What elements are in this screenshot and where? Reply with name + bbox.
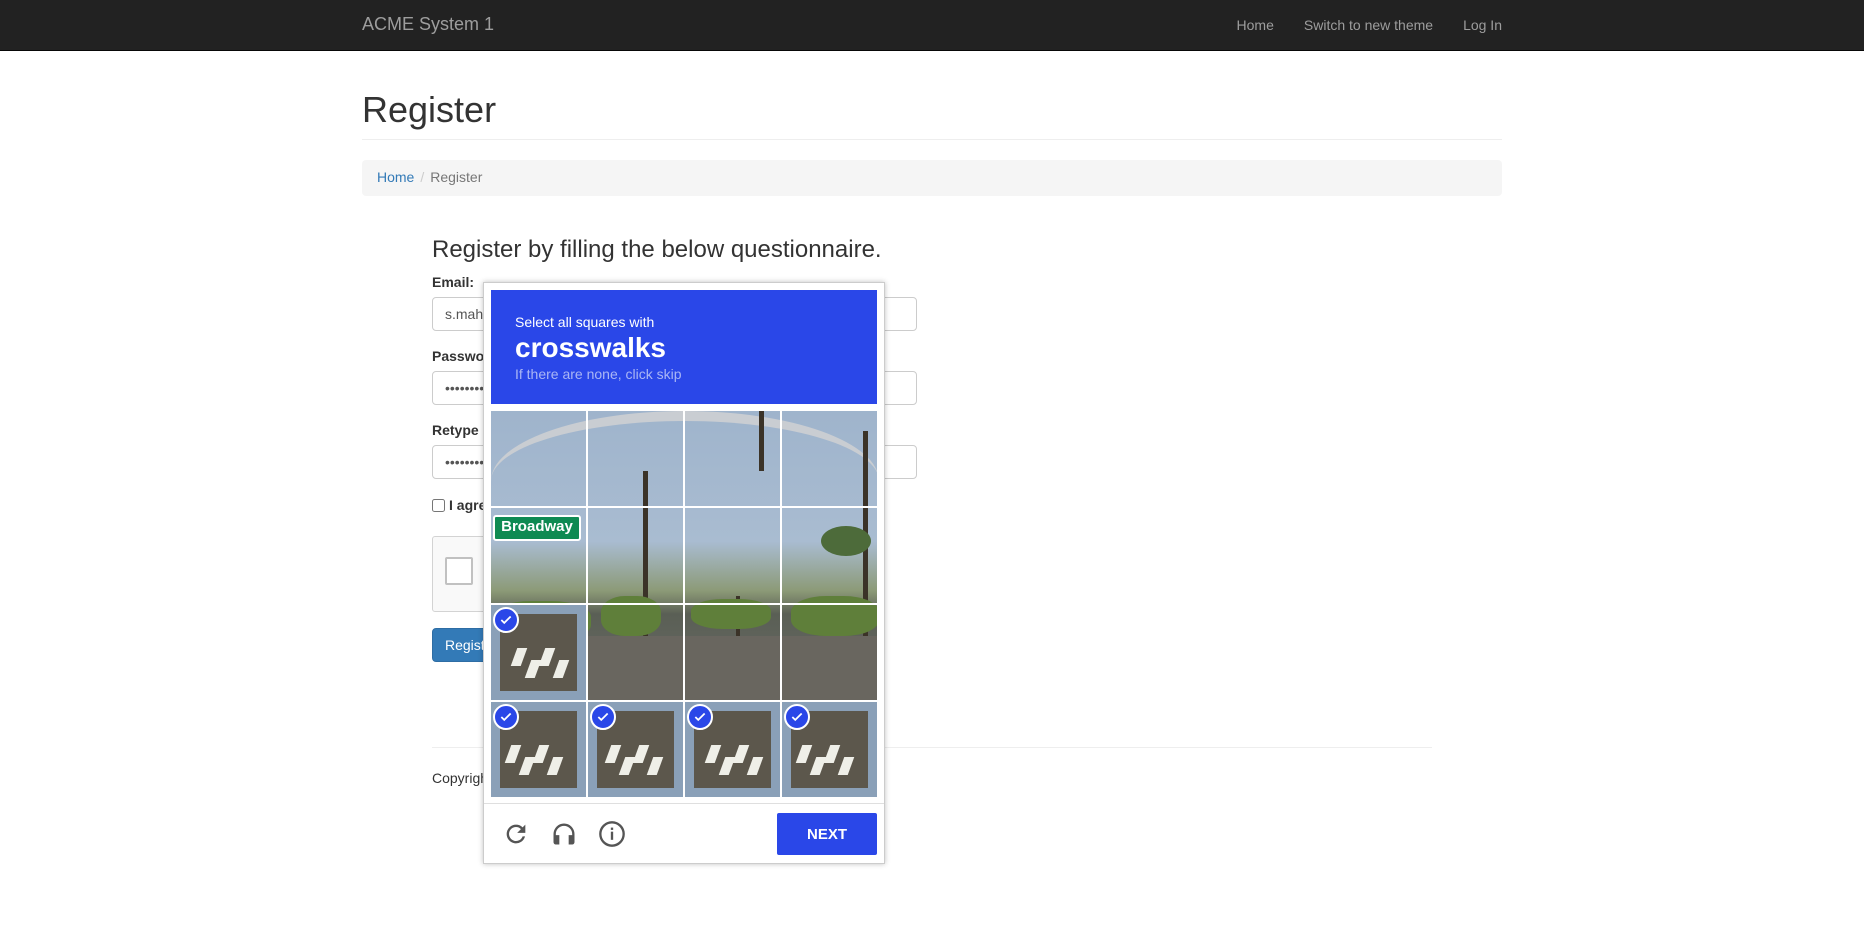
street-sign: Broadway — [493, 515, 581, 541]
breadcrumb-current: Register — [430, 169, 483, 185]
captcha-image-grid: Broadway — [491, 411, 879, 799]
crosswalk-stripe — [532, 745, 550, 763]
roadside-trees — [601, 605, 661, 636]
utility-pole — [759, 411, 764, 471]
captcha-tile[interactable] — [685, 508, 780, 603]
utility-pole — [863, 508, 868, 603]
crosswalk-stripe — [552, 660, 570, 678]
selected-check-icon — [687, 704, 713, 730]
captcha-tile[interactable] — [685, 605, 780, 700]
retype-password-label: Retype — [432, 422, 479, 438]
captcha-tile[interactable] — [588, 508, 683, 603]
street-scene-image — [782, 508, 877, 603]
nav-links: Home Switch to new theme Log In — [1237, 17, 1502, 33]
captcha-tile[interactable] — [782, 411, 877, 506]
roadside-trees — [691, 605, 771, 629]
captcha-tile[interactable] — [588, 605, 683, 700]
recaptcha-checkbox[interactable] — [445, 557, 473, 585]
breadcrumb-home-link[interactable]: Home — [377, 169, 414, 185]
captcha-hint: If there are none, click skip — [515, 366, 682, 382]
captcha-tile[interactable] — [685, 411, 780, 506]
crosswalk-stripe — [632, 745, 650, 763]
agree-row: I agre — [432, 497, 486, 513]
crosswalk-stripe — [732, 745, 750, 763]
street-scene-image — [685, 508, 780, 603]
crosswalk-stripe — [604, 745, 622, 763]
reload-icon[interactable] — [502, 820, 530, 848]
selected-check-icon — [784, 704, 810, 730]
captcha-tile[interactable] — [782, 508, 877, 603]
captcha-tile[interactable] — [782, 605, 877, 700]
captcha-tile[interactable] — [685, 702, 780, 797]
utility-pole — [643, 471, 648, 506]
street-scene-image — [491, 411, 586, 506]
palm-tree — [821, 526, 871, 556]
captcha-tile[interactable] — [491, 411, 586, 506]
street-scene-image — [588, 508, 683, 603]
street-scene-image — [782, 605, 877, 700]
crosswalk-stripe — [504, 745, 522, 763]
agree-checkbox[interactable] — [432, 498, 445, 512]
road-surface — [588, 636, 683, 700]
crosswalk-stripe — [646, 757, 664, 775]
password-label: Passwo — [432, 348, 485, 364]
email-label: Email: — [432, 274, 475, 290]
roadside-trees — [691, 599, 771, 603]
captcha-target: crosswalks — [515, 332, 666, 363]
captcha-header: Select all squares with crosswalks If th… — [491, 290, 877, 404]
utility-pole — [863, 431, 868, 506]
roadside-trees — [588, 601, 591, 603]
nav-login-link[interactable]: Log In — [1463, 17, 1502, 33]
captcha-tile[interactable] — [588, 411, 683, 506]
crosswalk-stripe — [538, 648, 556, 666]
selected-check-icon — [493, 607, 519, 633]
crosswalk-stripe — [704, 745, 722, 763]
road-surface — [685, 636, 780, 700]
street-scene-image — [685, 411, 780, 506]
crosswalk-stripe — [746, 757, 764, 775]
page-title: Register — [362, 89, 497, 130]
captcha-tile[interactable] — [588, 702, 683, 797]
breadcrumb: Home / Register — [362, 160, 1502, 196]
roadside-trees — [791, 605, 877, 636]
roadside-trees — [491, 601, 586, 603]
street-scene-image — [588, 411, 683, 506]
top-navbar: ACME System 1 Home Switch to new theme L… — [0, 0, 1864, 51]
crosswalk-stripe — [546, 757, 564, 775]
crosswalk-stripe — [837, 757, 855, 775]
audio-icon[interactable] — [550, 820, 578, 848]
form-lead-text: Register by filling the below questionna… — [432, 236, 882, 263]
captcha-tile[interactable] — [491, 605, 586, 700]
captcha-next-button[interactable]: NEXT — [777, 813, 877, 855]
captcha-footer: NEXT — [484, 804, 884, 864]
road-surface — [782, 636, 877, 700]
crosswalk-stripe — [795, 745, 813, 763]
street-scene-image — [782, 411, 877, 506]
crosswalk-stripe — [510, 648, 528, 666]
breadcrumb-separator: / — [420, 169, 425, 185]
header-divider — [362, 139, 1502, 140]
roadside-trees — [601, 596, 661, 603]
nav-switch-theme-link[interactable]: Switch to new theme — [1304, 17, 1433, 33]
copyright-text: Copyrigh — [432, 770, 489, 786]
captcha-challenge-popup: Select all squares with crosswalks If th… — [483, 282, 885, 864]
captcha-tile[interactable] — [782, 702, 877, 797]
agree-label: I agre — [449, 497, 487, 513]
crosswalk-stripe — [823, 745, 841, 763]
utility-pole — [643, 508, 648, 603]
info-icon[interactable] — [598, 820, 626, 848]
selected-check-icon — [493, 704, 519, 730]
captcha-tile[interactable]: Broadway — [491, 508, 586, 603]
nav-home-link[interactable]: Home — [1237, 17, 1274, 33]
captcha-tile[interactable] — [491, 702, 586, 797]
street-scene-image — [685, 605, 780, 700]
captcha-instruction: Select all squares with — [515, 314, 655, 330]
street-scene-image — [588, 605, 683, 700]
brand-link[interactable]: ACME System 1 — [362, 14, 494, 35]
selected-check-icon — [590, 704, 616, 730]
